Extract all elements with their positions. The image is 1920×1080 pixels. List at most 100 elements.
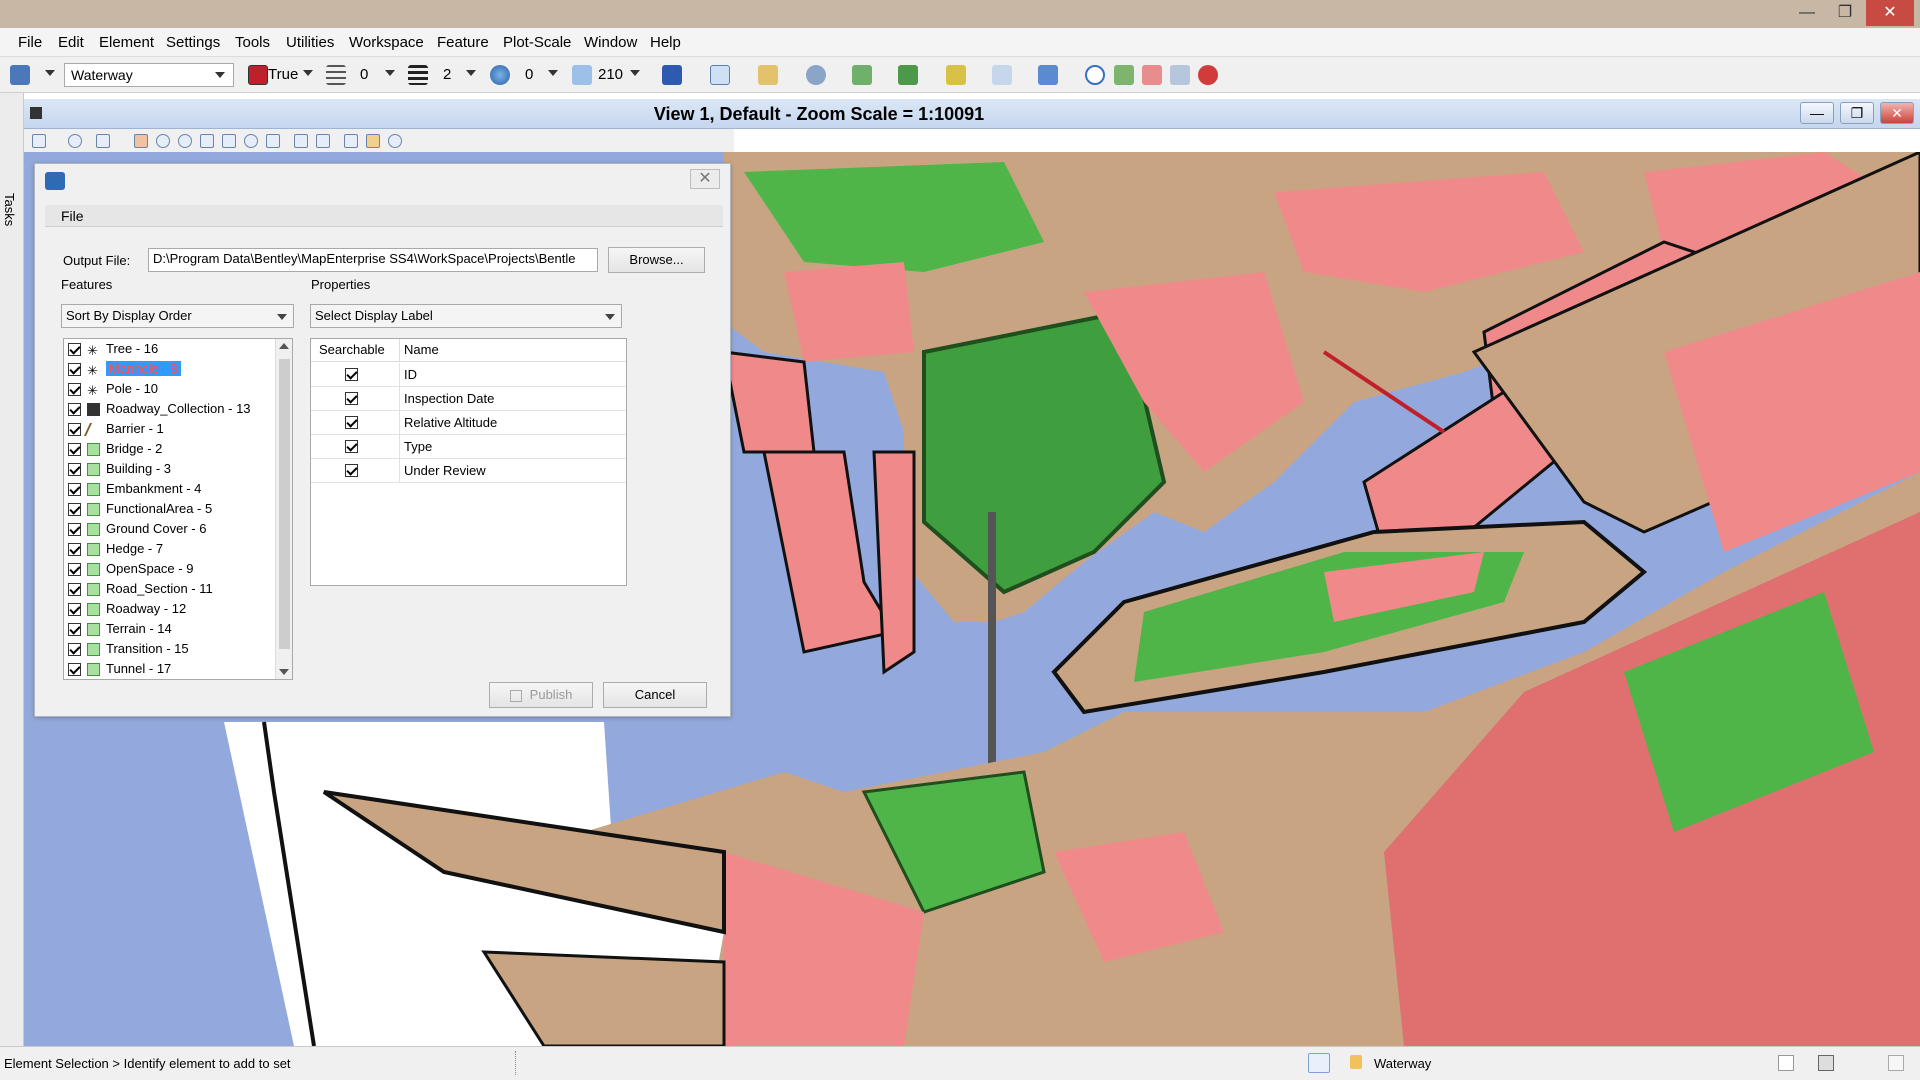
fit-view-icon[interactable] [222, 134, 236, 148]
searchable-checkbox[interactable] [345, 440, 358, 453]
pan-icon[interactable] [266, 134, 280, 148]
layers-icon[interactable] [946, 65, 966, 85]
chevron-down-icon[interactable] [303, 70, 313, 76]
view-restore-button[interactable]: ❐ [1840, 102, 1874, 124]
table-row[interactable]: ID [311, 363, 626, 387]
menu-plot-scale[interactable]: Plot-Scale [503, 34, 571, 51]
feature-placement-icon[interactable] [758, 65, 778, 85]
topology-icon[interactable] [1038, 65, 1058, 85]
light-icon[interactable] [96, 134, 110, 148]
checkbox[interactable] [68, 523, 81, 537]
searchable-checkbox[interactable] [345, 392, 358, 405]
priority-value[interactable]: 210 [598, 66, 623, 83]
copy-icon[interactable] [710, 65, 730, 85]
save-settings-icon[interactable] [1818, 1055, 1834, 1071]
rotate-view-icon[interactable] [244, 134, 258, 148]
transparency-value[interactable]: 0 [525, 66, 533, 83]
feature-item-barrier[interactable]: Barrier - 1 [68, 421, 164, 439]
feature-item-road-section[interactable]: Road_Section - 11 [68, 581, 213, 599]
menu-workspace[interactable]: Workspace [349, 34, 424, 51]
database-icon[interactable] [898, 65, 918, 85]
restore-app-button[interactable]: ❐ [1828, 0, 1862, 26]
grid-icon[interactable] [1170, 65, 1190, 85]
trace-icon[interactable] [1114, 65, 1134, 85]
cancel-button[interactable]: Cancel [603, 682, 707, 708]
feature-item-roadway-collection[interactable]: Roadway_Collection - 13 [68, 401, 251, 419]
feature-item-terrain[interactable]: Terrain - 14 [68, 621, 172, 639]
active-level[interactable]: Waterway [1374, 1056, 1431, 1071]
searchable-checkbox[interactable] [345, 368, 358, 381]
table-row[interactable]: Under Review [311, 459, 626, 483]
feature-item-hedge[interactable]: Hedge - 7 [68, 541, 163, 559]
feature-item-bridge[interactable]: Bridge - 2 [68, 441, 162, 459]
priority-icon[interactable] [572, 65, 592, 85]
feature-item-ground-cover[interactable]: Ground Cover - 6 [68, 521, 206, 539]
scroll-down-icon[interactable] [279, 669, 289, 675]
camera-icon[interactable] [366, 134, 380, 148]
next-view-icon[interactable] [316, 134, 330, 148]
analyze-icon[interactable] [992, 65, 1012, 85]
checkbox[interactable] [68, 463, 81, 477]
feature-item-functionalarea[interactable]: FunctionalArea - 5 [68, 501, 212, 519]
element-selection-icon[interactable] [662, 65, 682, 85]
level-select[interactable]: Waterway [64, 63, 234, 87]
info-icon[interactable] [1085, 65, 1105, 85]
table-row[interactable]: Type [311, 435, 626, 459]
map-layer-icon[interactable] [852, 65, 872, 85]
clip-volume-icon[interactable] [344, 134, 358, 148]
checkbox[interactable] [68, 503, 81, 517]
scroll-up-icon[interactable] [279, 343, 289, 349]
column-searchable[interactable]: Searchable [319, 339, 385, 362]
update-icon[interactable] [134, 134, 148, 148]
sort-order-select[interactable]: Sort By Display Order [61, 304, 294, 328]
menu-tools[interactable]: Tools [235, 34, 270, 51]
features-scrollbar[interactable] [275, 339, 292, 679]
feature-item-pole[interactable]: ✳ Pole - 10 [68, 381, 158, 399]
checkbox[interactable] [68, 343, 81, 357]
menu-settings[interactable]: Settings [166, 34, 220, 51]
menu-help[interactable]: Help [650, 34, 681, 51]
checkbox[interactable] [68, 383, 81, 397]
publish-button[interactable]: Publish [489, 682, 593, 708]
chevron-down-icon[interactable] [466, 70, 476, 76]
tasks-tab[interactable]: Tasks [2, 193, 17, 226]
transparency-icon[interactable] [490, 65, 510, 85]
menu-feature[interactable]: Feature [437, 34, 489, 51]
menu-utilities[interactable]: Utilities [286, 34, 334, 51]
chevron-down-icon[interactable] [385, 70, 395, 76]
menu-file[interactable]: File [18, 34, 42, 51]
view-toggle-icon[interactable] [1778, 1055, 1794, 1071]
menu-window[interactable]: Window [584, 34, 637, 51]
view-display-icon[interactable] [388, 134, 402, 148]
zoom-out-icon[interactable] [178, 134, 192, 148]
minimize-app-button[interactable]: — [1790, 0, 1824, 26]
feature-item-manhole[interactable]: ✳ Manhole - 8 [68, 361, 181, 379]
checkbox[interactable] [68, 563, 81, 577]
checkbox[interactable] [68, 643, 81, 657]
dialog-menu-file[interactable]: File [61, 208, 84, 224]
searchable-checkbox[interactable] [345, 464, 358, 477]
menu-edit[interactable]: Edit [58, 34, 84, 51]
disconnect-icon[interactable] [1198, 65, 1218, 85]
feature-item-embankment[interactable]: Embankment - 4 [68, 481, 201, 499]
column-name[interactable]: Name [399, 339, 439, 362]
checkbox[interactable] [68, 603, 81, 617]
level-manager-icon[interactable] [10, 65, 30, 85]
line-weight-icon[interactable] [408, 65, 428, 85]
table-row[interactable]: Relative Altitude [311, 411, 626, 435]
view-minimize-button[interactable]: — [1800, 102, 1834, 124]
feature-item-tree[interactable]: ✳ Tree - 16 [68, 341, 158, 359]
feature-item-tunnel[interactable]: Tunnel - 17 [68, 661, 171, 679]
snap-icon[interactable] [1308, 1053, 1330, 1073]
lock-icon[interactable] [1350, 1055, 1362, 1069]
dialog-close-button[interactable]: ✕ [690, 169, 720, 189]
feature-item-openspace[interactable]: OpenSpace - 9 [68, 561, 193, 579]
feature-item-roadway[interactable]: Roadway - 12 [68, 601, 186, 619]
render-icon[interactable] [68, 134, 82, 148]
color-value[interactable]: True [268, 66, 298, 83]
checkbox[interactable] [68, 363, 81, 377]
chevron-down-icon[interactable] [630, 70, 640, 76]
display-label-select[interactable]: Select Display Label [310, 304, 622, 328]
window-area-icon[interactable] [200, 134, 214, 148]
checkbox[interactable] [68, 443, 81, 457]
